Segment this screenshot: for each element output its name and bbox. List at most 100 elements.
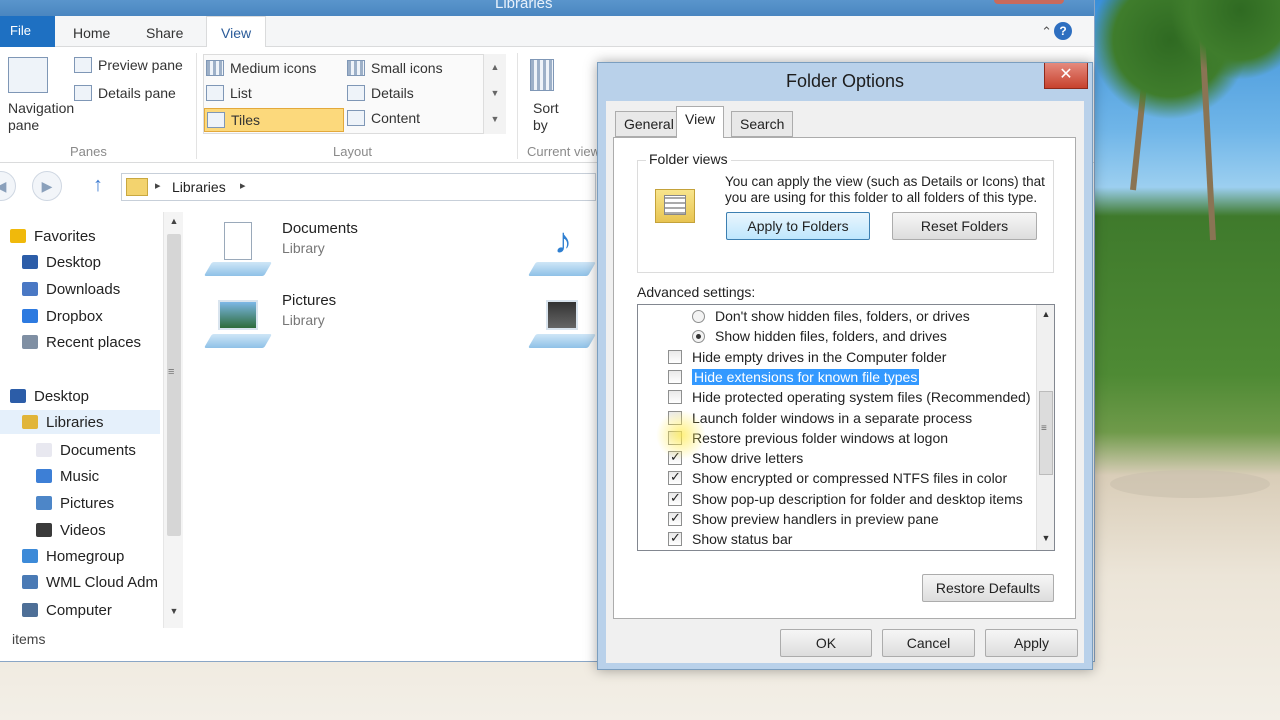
advanced-settings-scrollbar[interactable]: ▲ ≡ ▼ <box>1036 305 1054 550</box>
sidebar-item[interactable]: Documents <box>0 438 136 462</box>
address-field[interactable]: ▸ Libraries ▸ <box>121 173 596 201</box>
checkbox-option[interactable]: Show drive letters <box>668 448 803 468</box>
checkbox[interactable] <box>668 390 682 405</box>
sidebar-item[interactable]: Desktop <box>0 250 101 274</box>
checkbox-option[interactable]: Hide empty drives in the Computer folder <box>668 347 946 367</box>
radio-option[interactable]: Don't show hidden files, folders, or dri… <box>692 306 970 326</box>
folder-views-description: You can apply the view (such as Details … <box>725 174 1045 205</box>
checkbox[interactable] <box>668 490 682 506</box>
small-icons-icon <box>347 60 365 76</box>
checkbox[interactable] <box>668 369 682 384</box>
nav-scrollbar[interactable]: ▲ ≡ ▼ <box>163 212 183 628</box>
tab-view[interactable]: View <box>676 106 725 138</box>
option-label: Hide empty drives in the Computer folder <box>692 348 947 365</box>
sidebar-item[interactable]: WML Cloud Adm <box>0 570 158 594</box>
tab-view[interactable]: View <box>206 16 267 48</box>
current-view-group-label: Current view <box>527 144 600 159</box>
forward-button[interactable]: ▶ <box>32 171 62 201</box>
sidebar-item[interactable]: Dropbox <box>0 304 103 328</box>
checkbox-option[interactable]: Launch folder windows in a separate proc… <box>668 408 972 428</box>
sidebar-item[interactable]: Music <box>0 464 99 488</box>
close-button[interactable] <box>994 0 1064 4</box>
sidebar-item[interactable]: Desktop <box>0 384 89 408</box>
checkbox-option[interactable]: Show pop-up description for folder and d… <box>668 489 1023 509</box>
preview-pane-button[interactable]: Preview pane <box>74 57 183 73</box>
reset-folders-button[interactable]: Reset Folders <box>892 212 1037 240</box>
option-label: Show preview handlers in preview pane <box>692 511 939 527</box>
expand-gallery-icon[interactable]: ▼ <box>484 106 506 132</box>
layout-small-icons[interactable]: Small icons <box>347 60 443 76</box>
layout-details[interactable]: Details <box>347 85 414 101</box>
ribbon-divider <box>517 53 518 159</box>
up-arrow-icon[interactable]: ↑ <box>93 174 103 197</box>
apply-to-folders-button[interactable]: Apply to Folders <box>726 212 870 240</box>
tab-share[interactable]: Share <box>146 25 183 41</box>
scroll-down-icon[interactable]: ▼ <box>164 606 184 616</box>
checkbox-option[interactable]: Show status bar <box>668 529 792 549</box>
sidebar-item[interactable]: Homegroup <box>0 544 124 568</box>
breadcrumb-separator-icon[interactable]: ▸ <box>240 179 246 192</box>
scroll-up-icon[interactable]: ▲ <box>484 54 506 80</box>
dialog-close-icon[interactable]: ✕ <box>1044 63 1088 89</box>
radio-button[interactable] <box>692 329 705 343</box>
library-pictures[interactable]: Pictures Library <box>203 292 337 348</box>
library-music[interactable]: ♪ <box>527 220 597 276</box>
checkbox[interactable] <box>668 410 682 425</box>
navigation-pane-button[interactable] <box>8 57 48 93</box>
checkbox[interactable] <box>668 349 682 364</box>
scroll-up-icon[interactable]: ▲ <box>1037 309 1054 319</box>
sidebar-item[interactable]: Pictures <box>0 491 114 515</box>
tab-search[interactable]: Search <box>731 111 794 137</box>
breadcrumb-separator-icon[interactable]: ▸ <box>155 179 161 192</box>
layout-content[interactable]: Content <box>347 110 420 126</box>
library-name: Pictures <box>282 292 337 309</box>
sidebar-item[interactable]: Libraries <box>0 410 160 434</box>
checkbox-option[interactable]: Hide protected operating system files (R… <box>668 387 1031 407</box>
tab-general[interactable]: General <box>615 111 683 137</box>
tab-file[interactable]: File <box>0 16 55 47</box>
checkbox-option[interactable]: Show encrypted or compressed NTFS files … <box>668 468 1007 488</box>
details-pane-button[interactable]: Details pane <box>74 85 176 101</box>
radio-option[interactable]: Show hidden files, folders, and drives <box>692 326 947 346</box>
details-label: Details <box>371 85 414 101</box>
checkbox[interactable] <box>668 449 682 466</box>
sort-by-button[interactable] <box>530 59 554 91</box>
checkbox-option[interactable]: Restore previous folder windows at logon <box>668 428 948 448</box>
radio-button[interactable] <box>692 309 705 323</box>
sidebar-item[interactable]: Favorites <box>0 224 96 248</box>
cancel-button[interactable]: Cancel <box>882 629 975 657</box>
sidebar-item[interactable]: Downloads <box>0 277 120 301</box>
library-videos[interactable] <box>527 292 597 348</box>
library-documents[interactable]: Documents Library <box>203 220 358 276</box>
collapse-ribbon-icon[interactable]: ⌃ <box>1041 24 1052 40</box>
tiles-label: Tiles <box>231 112 261 128</box>
list-label: List <box>230 85 252 101</box>
layout-list[interactable]: List <box>206 85 252 101</box>
layout-tiles[interactable]: Tiles <box>204 108 344 132</box>
scroll-down-icon[interactable]: ▼ <box>484 80 506 106</box>
checkbox[interactable] <box>668 510 682 526</box>
checkbox[interactable] <box>668 530 682 547</box>
tiles-icon <box>207 112 225 128</box>
scroll-down-icon[interactable]: ▼ <box>1037 533 1054 543</box>
ok-button[interactable]: OK <box>780 629 872 657</box>
restore-defaults-button[interactable]: Restore Defaults <box>922 574 1054 602</box>
tab-home[interactable]: Home <box>73 25 110 41</box>
layout-medium-icons[interactable]: Medium icons <box>206 60 316 76</box>
advanced-settings-list: Show status bar Show preview handlers in … <box>637 304 1055 551</box>
sort-by-icon <box>530 59 554 91</box>
checkbox-option[interactable]: Show preview handlers in preview pane <box>668 509 939 529</box>
checkbox[interactable] <box>668 430 682 445</box>
sidebar-item[interactable]: Recent places <box>0 330 141 354</box>
scroll-up-icon[interactable]: ▲ <box>164 216 184 226</box>
checkbox[interactable] <box>668 469 682 486</box>
layout-gallery-scroll[interactable]: ▲ ▼ ▼ <box>483 54 506 134</box>
checkbox-option[interactable]: Hide extensions for known file types <box>668 367 920 387</box>
help-icon[interactable]: ? <box>1054 22 1072 40</box>
scroll-thumb[interactable] <box>167 234 181 536</box>
sidebar-item[interactable]: Videos <box>0 518 106 542</box>
sidebar-item[interactable]: Computer <box>0 598 112 622</box>
breadcrumb-libraries[interactable]: Libraries <box>172 179 226 195</box>
back-button[interactable]: ◀ <box>0 171 16 201</box>
apply-button[interactable]: Apply <box>985 629 1078 657</box>
